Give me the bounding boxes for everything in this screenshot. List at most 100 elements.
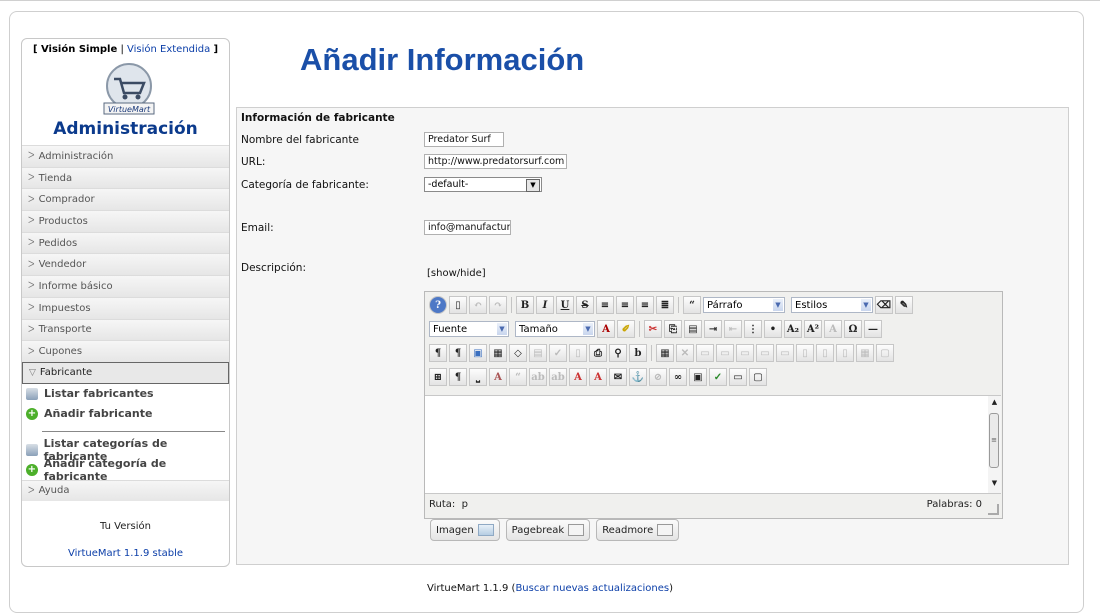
image-manager-icon[interactable]: ▣ [689, 368, 707, 386]
font-select[interactable]: Fuente ▼ [429, 321, 509, 337]
col-after-icon[interactable]: ▯ [816, 344, 834, 362]
table-icon[interactable]: ▦ [656, 344, 674, 362]
insert-image-icon[interactable]: ▣ [469, 344, 487, 362]
check-updates-link[interactable]: Buscar nuevas actualizaciones [515, 583, 669, 594]
italic-icon[interactable]: I [536, 296, 554, 314]
category-select[interactable]: -default- ▼ [424, 177, 542, 192]
cleanup-format-icon[interactable]: ✓ [549, 344, 567, 362]
path-value[interactable]: p [462, 499, 468, 510]
sidebar-item-administracion[interactable]: ᐳ Administración [22, 145, 229, 167]
readmore-button[interactable]: Readmore [596, 519, 680, 541]
align-justify-icon[interactable]: ≣ [656, 296, 674, 314]
sidebar-item-fabricante[interactable]: ▽ Fabricante [22, 361, 229, 384]
indent-icon[interactable]: ⇥ [704, 320, 722, 338]
url-field[interactable]: http://www.predatorsurf.com [424, 154, 567, 169]
preview-icon[interactable]: ▢ [749, 368, 767, 386]
visual-aid-icon[interactable]: ⊞ [429, 368, 447, 386]
link-icon[interactable]: ∞ [669, 368, 687, 386]
scroll-thumb[interactable]: ≡ [989, 413, 999, 468]
abbr-icon[interactable]: ab [529, 368, 547, 386]
numbered-list-icon[interactable]: ⋮ [744, 320, 762, 338]
del-icon[interactable]: A [569, 368, 587, 386]
print-icon[interactable]: ⎙ [589, 344, 607, 362]
font-color-icon[interactable]: A [824, 320, 842, 338]
template-icon[interactable]: ▤ [529, 344, 547, 362]
sidebar-item-productos[interactable]: ᐳ Productos [22, 210, 229, 232]
merge-cells-icon[interactable]: ▢ [876, 344, 894, 362]
sidebar-item-comprador[interactable]: ᐳ Comprador [22, 188, 229, 211]
acronym-icon[interactable]: ab [549, 368, 567, 386]
highlight-color-icon[interactable]: ✐ [617, 320, 635, 338]
row-after-icon[interactable]: ▭ [716, 344, 734, 362]
submenu-add-manufacturer[interactable]: + Añadir fabricante [22, 404, 229, 424]
cleanup-icon[interactable]: ✎ [895, 296, 913, 314]
paste-icon[interactable]: ▤ [684, 320, 702, 338]
sidebar-item-tienda[interactable]: ᐳ Tienda [22, 166, 229, 189]
show-hide-toggle[interactable]: [show/hide] [427, 268, 486, 279]
sidebar-item-vendedor[interactable]: ᐳ Vendedor [22, 253, 229, 276]
strikethrough-icon[interactable]: S [576, 296, 594, 314]
styles-select[interactable]: Estilos ▼ [791, 297, 873, 313]
anchor-icon[interactable]: ⚓ [629, 368, 647, 386]
unlink-icon[interactable]: ⊘ [649, 368, 667, 386]
copy-icon[interactable]: ⎘ [664, 320, 682, 338]
replace-icon[interactable]: b [629, 344, 647, 362]
cite-icon[interactable]: “ [509, 368, 527, 386]
fullscreen-icon[interactable]: ▭ [729, 368, 747, 386]
undo-icon[interactable]: ↶ [469, 296, 487, 314]
subscript-icon[interactable]: A₂ [784, 320, 802, 338]
underline-icon[interactable]: U [556, 296, 574, 314]
sidebar-item-impuestos[interactable]: ᐳ Impuestos [22, 296, 229, 319]
delete-row-icon[interactable]: ▭ [776, 344, 794, 362]
blockquote-icon[interactable]: “ [683, 296, 701, 314]
cell-props-icon[interactable]: ▭ [756, 344, 774, 362]
editor-content-area[interactable] [425, 395, 988, 494]
align-center-icon[interactable]: ≡ [616, 296, 634, 314]
sidebar-item-ayuda[interactable]: ᐳ Ayuda [22, 479, 229, 502]
row-props-icon[interactable]: ▭ [736, 344, 754, 362]
editor-scrollbar[interactable]: ▲ ≡ ▼ [988, 395, 1001, 494]
redo-icon[interactable]: ↷ [489, 296, 507, 314]
sidebar-item-pedidos[interactable]: ᐳ Pedidos [22, 231, 229, 254]
scroll-up-icon[interactable]: ▲ [988, 398, 1001, 410]
text-color-icon[interactable]: A [597, 320, 615, 338]
spellcheck-icon[interactable]: ✓ [709, 368, 727, 386]
scroll-down-icon[interactable]: ▼ [988, 479, 1001, 491]
delete-table-icon[interactable]: ✕ [676, 344, 694, 362]
extended-view-link[interactable]: Visión Extendida [127, 44, 210, 55]
align-right-icon[interactable]: ≡ [636, 296, 654, 314]
row-before-icon[interactable]: ▭ [696, 344, 714, 362]
help-icon[interactable]: ? [429, 296, 447, 314]
sidebar-item-informe-basico[interactable]: ᐳ Informe básico [22, 275, 229, 297]
submenu-add-category[interactable]: + Añadir categoría de fabricante [22, 457, 229, 483]
non-breaking-icon[interactable]: ⎵ [469, 368, 487, 386]
rtl-icon[interactable]: ¶ [449, 344, 467, 362]
horizontal-rule-icon[interactable]: — [864, 320, 882, 338]
eraser-icon[interactable]: ⌫ [875, 296, 893, 314]
format-select[interactable]: Párrafo ▼ [703, 297, 785, 313]
styles-icon[interactable]: A [489, 368, 507, 386]
superscript-icon[interactable]: A² [804, 320, 822, 338]
split-cells-icon[interactable]: ▦ [856, 344, 874, 362]
attributes-icon[interactable]: ✉ [609, 368, 627, 386]
new-document-icon[interactable]: ▯ [449, 296, 467, 314]
email-field[interactable]: info@manufacturer [424, 220, 511, 235]
ltr-icon[interactable]: ¶ [429, 344, 447, 362]
image-button[interactable]: Imagen [430, 519, 500, 541]
ins-icon[interactable]: A [589, 368, 607, 386]
html-source-icon[interactable]: ◇ [509, 344, 527, 362]
pagebreak-button[interactable]: Pagebreak [505, 519, 591, 541]
find-icon[interactable]: ⚲ [609, 344, 627, 362]
submenu-list-manufacturers[interactable]: Listar fabricantes [22, 384, 229, 404]
delete-col-icon[interactable]: ▯ [836, 344, 854, 362]
cut-icon[interactable]: ✂ [644, 320, 662, 338]
bold-icon[interactable]: B [516, 296, 534, 314]
resize-grip-icon[interactable] [988, 504, 999, 515]
col-before-icon[interactable]: ▯ [796, 344, 814, 362]
blank-icon[interactable]: ▯ [569, 344, 587, 362]
name-field[interactable]: Predator Surf [424, 132, 504, 147]
sidebar-item-cupones[interactable]: ᐳ Cupones [22, 340, 229, 362]
sidebar-item-transporte[interactable]: ᐳ Transporte [22, 318, 229, 341]
align-left-icon[interactable]: ≡ [596, 296, 614, 314]
size-select[interactable]: Tamaño ▼ [515, 321, 595, 337]
